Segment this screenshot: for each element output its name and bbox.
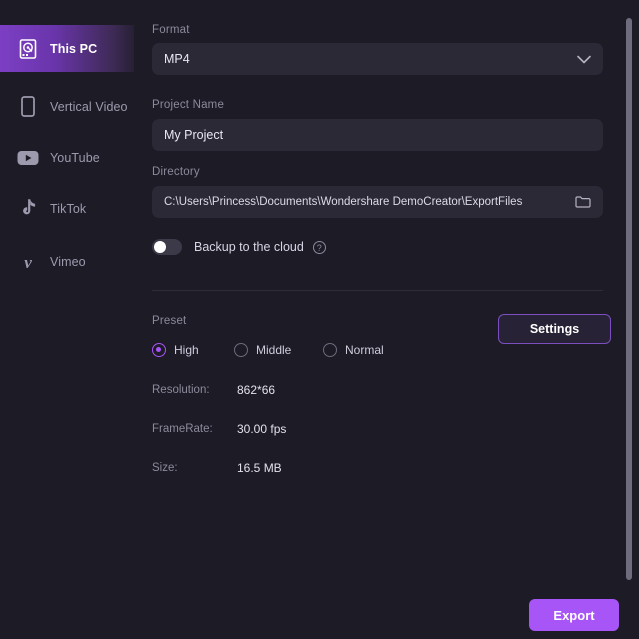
backup-to-cloud-label: Backup to the cloud (194, 240, 304, 254)
project-name-input[interactable]: My Project (152, 119, 603, 151)
youtube-icon (16, 146, 40, 170)
sidebar-item-youtube[interactable]: YouTube (0, 134, 134, 181)
sidebar-item-this-pc[interactable]: This PC (0, 25, 134, 72)
format-select[interactable]: MP4 (152, 43, 603, 75)
sidebar-item-label: Vimeo (50, 254, 86, 269)
chevron-down-icon (577, 55, 591, 64)
radio-indicator (234, 343, 248, 357)
project-name-label: Project Name (152, 99, 225, 111)
hard-drive-icon (16, 37, 40, 61)
info-value: 16.5 MB (237, 461, 282, 475)
info-value: 862*66 (237, 383, 276, 397)
folder-icon[interactable] (575, 195, 591, 209)
directory-label: Directory (152, 166, 200, 178)
export-button[interactable]: Export (529, 599, 619, 631)
phone-icon (16, 95, 40, 119)
sidebar-item-label: This PC (50, 41, 98, 56)
vimeo-icon: v (16, 250, 40, 274)
sidebar-item-vertical-video[interactable]: Vertical Video (0, 83, 134, 130)
format-value: MP4 (164, 52, 190, 66)
info-key: Resolution: (152, 384, 210, 396)
sidebar-item-label: TikTok (50, 201, 87, 216)
backup-to-cloud-row: Backup to the cloud ? (152, 236, 326, 258)
radio-indicator (152, 343, 166, 357)
main-panel: Format MP4 Project Name My Project Direc… (138, 0, 619, 639)
section-divider (152, 290, 603, 291)
preset-option-label: Middle (256, 343, 292, 357)
scrollbar-thumb[interactable] (626, 18, 632, 580)
preset-label: Preset (152, 315, 187, 327)
sidebar-item-tiktok[interactable]: TikTok (0, 185, 134, 232)
backup-to-cloud-toggle[interactable] (152, 239, 182, 255)
preset-radio-high[interactable]: High (152, 343, 199, 357)
directory-input[interactable]: C:\Users\Princess\Documents\Wondershare … (152, 186, 603, 218)
sidebar: This PC Vertical Video YouTube TikTok v … (0, 0, 138, 639)
export-dialog: This PC Vertical Video YouTube TikTok v … (0, 0, 639, 639)
preset-radio-middle[interactable]: Middle (234, 343, 291, 357)
preset-option-label: Normal (345, 343, 384, 357)
directory-value: C:\Users\Princess\Documents\Wondershare … (164, 196, 523, 208)
info-key: FrameRate: (152, 423, 213, 435)
info-value: 30.00 fps (237, 422, 287, 436)
svg-text:v: v (24, 253, 32, 272)
sidebar-item-label: YouTube (50, 150, 100, 165)
sidebar-item-vimeo[interactable]: v Vimeo (0, 238, 134, 285)
project-name-value: My Project (164, 128, 224, 142)
settings-button[interactable]: Settings (498, 314, 611, 344)
info-key: Size: (152, 462, 178, 474)
info-row-resolution: Resolution: 862*66 (152, 382, 452, 398)
format-label: Format (152, 24, 190, 36)
preset-radio-normal[interactable]: Normal (323, 343, 384, 357)
tiktok-icon (16, 197, 40, 221)
toggle-knob (154, 241, 166, 253)
scrollbar-track[interactable] (624, 0, 634, 639)
info-row-framerate: FrameRate: 30.00 fps (152, 421, 452, 437)
preset-option-label: High (174, 343, 199, 357)
sidebar-item-label: Vertical Video (50, 99, 128, 114)
radio-indicator (323, 343, 337, 357)
info-row-size: Size: 16.5 MB (152, 460, 452, 476)
question-mark-icon[interactable]: ? (312, 240, 326, 254)
